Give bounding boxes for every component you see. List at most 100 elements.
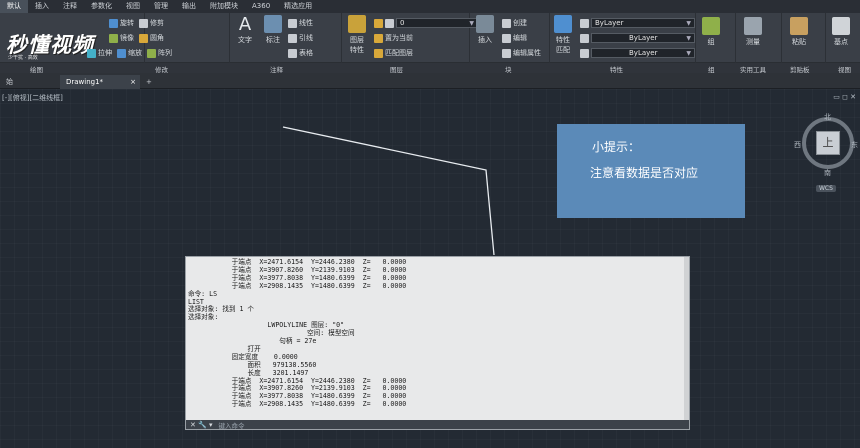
match-properties-icon [554,15,572,33]
compass-west[interactable]: 西 [794,140,801,150]
wcs-menu[interactable]: WCS [816,185,836,192]
match-layer-tool[interactable]: 匹配图层 [374,48,413,58]
base-point-button[interactable]: 基点 [832,17,850,47]
linetype-dropdown[interactable]: ByLayer ▼ [591,33,695,43]
compass-east[interactable]: 东 [851,140,858,150]
layer-properties-icon [348,15,366,33]
ribbon-tab-3[interactable]: 参数化 [84,0,119,13]
lineweight-dropdown[interactable]: ByLayer ▼ [591,48,695,58]
table-tool[interactable]: 表格 [288,48,313,58]
modify-panel: 旋转 修剪 镜像 圆角 拉伸 缩放 阵列 [87,13,230,63]
dimension-icon [264,15,282,33]
layer-properties-button[interactable]: 图层 特性 [348,15,366,55]
array-icon [147,48,156,58]
text-icon: A [238,14,252,35]
compass-south[interactable]: 南 [824,168,831,178]
ribbon-tab-2[interactable]: 注释 [56,0,84,13]
chevron-down-icon: ▼ [686,49,691,57]
groups-panel: 组 [696,13,736,63]
linetype-icon [580,33,589,43]
tip-body: 注意看数据是否对应 [590,166,699,180]
drawing-canvas[interactable]: [-][俯视][二维线框] ▭ ◻ ✕ 小提示： 注意看数据是否对应 上 北 南… [0,89,860,448]
leader-tool[interactable]: 引线 [288,33,313,43]
match-properties-button[interactable]: 特性 匹配 [554,15,572,55]
trim-icon [139,18,148,28]
text-button[interactable]: A 文字 [238,15,252,45]
edit-block-tool[interactable]: 编辑 [502,33,527,43]
match-layer-icon [374,48,383,58]
group-button[interactable]: 组 [702,17,720,47]
measure-icon [744,17,762,35]
color-swatch-icon [580,18,589,28]
rotate-icon [109,18,118,28]
ribbon-tab-6[interactable]: 输出 [175,0,203,13]
ribbon-tab-0[interactable]: 默认 [0,0,28,13]
rotate-tool[interactable]: 旋转 [109,18,134,28]
layers-panel: 图层 特性 0 ▼ 置为当前 匹配图层 [342,13,478,63]
stretch-icon [87,48,96,58]
command-input[interactable]: 键入命令 [219,420,245,429]
logo-subtitle: 少干扰 · 高效 [8,55,38,61]
new-tab-button[interactable]: + [140,75,158,89]
close-icon[interactable]: × [130,75,136,89]
tab-start[interactable]: 始 [0,75,19,89]
create-block-tool[interactable]: 创建 [502,18,527,28]
history-line: 于端点 X=2908.1435 Y=1480.6399 Z= 0.0000 [188,400,407,409]
fillet-tool[interactable]: 圆角 [139,33,164,43]
color-dropdown[interactable]: ByLayer ▼ [591,18,695,28]
trim-tool[interactable]: 修剪 [139,18,164,28]
viewcube[interactable]: 上 北 南 西 东 WCS [794,109,860,193]
view-panel: 基点 [826,13,860,63]
viewcube-top-face[interactable]: 上 [816,131,840,155]
ribbon-panel-titles: 绘图 修改 注释 图层 块 特性 组 实用工具 剪贴板 视图 [0,63,860,74]
ribbon-tab-4[interactable]: 视图 [119,0,147,13]
layer-dropdown[interactable]: 0 ▼ [396,18,478,28]
history-line: 于端点 X=2908.1435 Y=1480.6399 Z= 0.0000 [188,281,407,290]
scrollbar[interactable] [684,257,689,420]
chevron-down-icon: ▼ [686,34,691,42]
document-tab-bar: 始 Drawing1* × + [0,73,860,89]
ribbon-tab-1[interactable]: 插入 [28,0,56,13]
clipboard-panel: 粘贴 [782,13,826,63]
create-block-icon [502,18,511,28]
fillet-icon [139,33,148,43]
edit-attributes-tool[interactable]: 编辑属性 [502,48,541,58]
measure-button[interactable]: 测量 [744,17,762,47]
set-current-icon [374,33,383,43]
autocad-window: 默认 插入 注释 参数化 视图 管理 输出 附加模块 A360 精选应用 秒懂视频 少干扰 · 高… [0,0,860,448]
properties-panel: 特性 匹配 ByLayer ▼ ByLayer ▼ ByLayer ▼ [550,13,696,63]
dimension-button[interactable]: 标注 [264,15,282,45]
ribbon-tab-9[interactable]: 精选应用 [277,0,319,13]
paste-button[interactable]: 粘贴 [790,17,808,47]
base-point-icon [832,17,850,35]
set-current-tool[interactable]: 置为当前 [374,33,413,43]
scale-tool[interactable]: 缩放 [117,48,142,58]
ribbon-tab-8[interactable]: A360 [245,0,277,13]
ribbon-tab-7[interactable]: 附加模块 [203,0,245,13]
table-icon [288,48,297,58]
array-tool[interactable]: 阵列 [147,48,172,58]
insert-button[interactable]: 插入 [476,15,494,45]
tab-drawing1[interactable]: Drawing1* × [60,75,140,89]
ribbon-tab-5[interactable]: 管理 [147,0,175,13]
linear-icon [288,18,297,28]
ribbon: 秒懂视频 少干扰 · 高效 旋转 修剪 镜像 圆角 拉伸 缩放 阵列 A 文字 [0,13,860,63]
leader-icon [288,33,297,43]
lineweight-icon [580,48,589,58]
command-history-window: 于端点 X=2471.6154 Y=2446.2380 Z= 0.0000 于端… [185,256,690,430]
command-line: ✕ 🔧 ▾ 键入命令 [186,420,689,429]
annotation-panel: A 文字 标注 线性 引线 表格 [230,13,342,63]
polyline-entity[interactable] [282,126,495,256]
stretch-tool[interactable]: 拉伸 [87,48,112,58]
chevron-down-icon: ▼ [686,19,691,27]
insert-icon [476,15,494,33]
linear-tool[interactable]: 线性 [288,18,313,28]
mirror-tool[interactable]: 镜像 [109,33,134,43]
block-panel: 插入 创建 编辑 编辑属性 [470,13,550,63]
command-line-buttons[interactable]: ✕ 🔧 ▾ [190,421,213,429]
bulb-icon [374,18,383,28]
tip-box: 小提示： 注意看数据是否对应 [557,124,745,218]
scale-icon [117,48,126,58]
compass-north[interactable]: 北 [824,112,831,122]
utilities-panel: 测量 [736,13,782,63]
